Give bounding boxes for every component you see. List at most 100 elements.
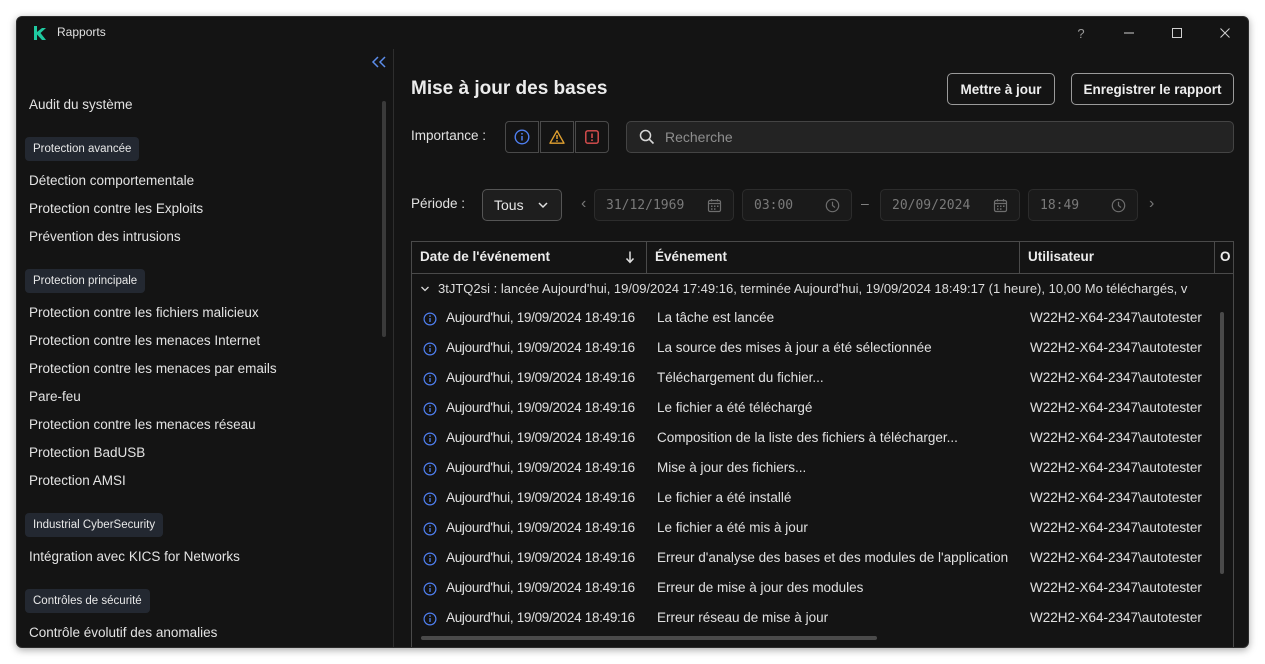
info-icon (423, 372, 437, 386)
period-next-button[interactable]: › (1149, 195, 1154, 213)
start-time-field[interactable]: 03:00 (742, 189, 852, 221)
table-horizontal-scrollbar[interactable] (421, 636, 877, 640)
range-separator: – (861, 195, 869, 211)
table-row[interactable]: Aujourd'hui, 19/09/2024 18:49:16 Erreur r… (412, 604, 1217, 634)
cell-date: Aujourd'hui, 19/09/2024 18:49:16 (446, 520, 635, 535)
clock-icon[interactable] (1111, 198, 1126, 213)
update-button[interactable]: Mettre à jour (947, 73, 1055, 105)
sidebar-item-system-audit[interactable]: Audit du système (29, 97, 133, 112)
task-group-summary: 3tJTQ2si : lancée Aujourd'hui, 19/09/202… (438, 281, 1188, 296)
sidebar-item[interactable]: Protection contre les menaces par emails (29, 361, 277, 376)
maximize-button[interactable] (1162, 21, 1192, 45)
sidebar-group-security-controls: Contrôles de sécurité (25, 589, 150, 613)
sidebar-group-main-protection: Protection principale (25, 269, 146, 293)
importance-label: Importance : (411, 128, 487, 143)
chevron-down-icon[interactable] (420, 284, 430, 294)
close-icon (1220, 28, 1230, 38)
table-row[interactable]: Aujourd'hui, 19/09/2024 18:49:16 La sourc… (412, 334, 1217, 364)
minimize-button[interactable] (1114, 21, 1144, 45)
column-header-user[interactable]: Utilisateur (1020, 242, 1215, 274)
chevron-down-icon (538, 202, 548, 209)
info-icon (423, 612, 437, 626)
info-icon (423, 342, 437, 356)
sidebar-item[interactable]: Contrôle évolutif des anomalies (29, 625, 217, 640)
column-header-date[interactable]: Date de l'événement (412, 242, 647, 274)
table-row[interactable]: Aujourd'hui, 19/09/2024 18:49:16 Le fichi… (412, 514, 1217, 544)
start-date-value: 31/12/1969 (606, 197, 685, 213)
end-time-field[interactable]: 18:49 (1028, 189, 1138, 221)
sidebar-item[interactable]: Pare-feu (29, 389, 81, 404)
sidebar-item[interactable]: Protection BadUSB (29, 445, 145, 460)
cell-user: W22H2-X64-2347\autotester (1030, 610, 1202, 625)
end-date-value: 20/09/2024 (892, 197, 971, 213)
cell-user: W22H2-X64-2347\autotester (1030, 520, 1202, 535)
help-button[interactable]: ? (1066, 21, 1096, 45)
table-row[interactable]: Aujourd'hui, 19/09/2024 18:49:16 Le fichi… (412, 394, 1217, 424)
reports-window: Rapports ? Audit du système Protection a… (16, 16, 1249, 648)
sidebar-item[interactable]: Détection comportementale (29, 173, 194, 188)
sidebar-group-industrial-cybersecurity: Industrial CyberSecurity (25, 513, 164, 537)
sidebar-item[interactable]: Protection contre les menaces Internet (29, 333, 260, 348)
table-row[interactable]: Aujourd'hui, 19/09/2024 18:49:16 Téléchar… (412, 364, 1217, 394)
sidebar-item[interactable]: Prévention des intrusions (29, 229, 181, 244)
cell-date: Aujourd'hui, 19/09/2024 18:49:16 (446, 610, 635, 625)
importance-error-toggle[interactable] (575, 121, 609, 153)
sidebar-item[interactable]: Intégration avec KICS for Networks (29, 549, 240, 564)
table-row[interactable]: Aujourd'hui, 19/09/2024 18:49:16 La tâche… (412, 304, 1217, 334)
save-report-button[interactable]: Enregistrer le rapport (1071, 73, 1234, 105)
cell-date: Aujourd'hui, 19/09/2024 18:49:16 (446, 370, 635, 385)
cell-user: W22H2-X64-2347\autotester (1030, 370, 1202, 385)
info-icon (423, 312, 437, 326)
minimize-icon (1124, 32, 1134, 34)
close-button[interactable] (1210, 21, 1240, 45)
end-date-field[interactable]: 20/09/2024 (880, 189, 1020, 221)
collapse-sidebar-button[interactable] (369, 55, 389, 73)
importance-info-toggle[interactable] (505, 121, 539, 153)
search-icon (639, 129, 655, 145)
column-header-truncated[interactable]: O (1215, 242, 1233, 274)
period-select-value: Tous (494, 197, 524, 213)
info-icon (423, 402, 437, 416)
cell-date: Aujourd'hui, 19/09/2024 18:49:16 (446, 310, 635, 325)
sidebar-scrollbar[interactable] (382, 101, 386, 337)
search-input[interactable] (665, 129, 1233, 145)
column-header-date-label: Date de l'événement (420, 249, 551, 264)
error-icon (585, 130, 599, 144)
cell-event: Téléchargement du fichier... (657, 370, 824, 385)
sidebar-item[interactable]: Protection AMSI (29, 473, 126, 488)
info-icon (423, 492, 437, 506)
table-row[interactable]: Aujourd'hui, 19/09/2024 18:49:16 Le fichi… (412, 484, 1217, 514)
start-date-field[interactable]: 31/12/1969 (594, 189, 734, 221)
cell-event: Erreur de mise à jour des modules (657, 580, 864, 595)
cell-date: Aujourd'hui, 19/09/2024 18:49:16 (446, 430, 635, 445)
sidebar-item[interactable]: Protection contre les Exploits (29, 201, 203, 216)
page-title: Mise à jour des bases (411, 78, 608, 99)
importance-warning-toggle[interactable] (540, 121, 574, 153)
period-select[interactable]: Tous (482, 189, 562, 221)
table-row[interactable]: Aujourd'hui, 19/09/2024 18:49:16 Erreur d… (412, 574, 1217, 604)
info-icon (423, 522, 437, 536)
search-box[interactable] (626, 121, 1234, 153)
start-time-value: 03:00 (754, 197, 794, 213)
task-group-row[interactable]: 3tJTQ2si : lancée Aujourd'hui, 19/09/202… (412, 275, 1222, 303)
calendar-icon[interactable] (993, 198, 1008, 213)
info-icon (423, 582, 437, 596)
cell-event: Mise à jour des fichiers... (657, 460, 807, 475)
table-vertical-scrollbar[interactable] (1220, 312, 1224, 574)
clock-icon[interactable] (825, 198, 840, 213)
info-icon (423, 432, 437, 446)
sidebar: Audit du système Protection avancée Déte… (17, 49, 394, 647)
cell-user: W22H2-X64-2347\autotester (1030, 400, 1202, 415)
cell-event: La source des mises à jour a été sélecti… (657, 340, 932, 355)
sort-descending-icon[interactable] (624, 250, 636, 264)
table-row[interactable]: Aujourd'hui, 19/09/2024 18:49:16 Composit… (412, 424, 1217, 454)
sidebar-item[interactable]: Protection contre les fichiers malicieux (29, 305, 259, 320)
table-row[interactable]: Aujourd'hui, 19/09/2024 18:49:16 Erreur d… (412, 544, 1217, 574)
calendar-icon[interactable] (707, 198, 722, 213)
cell-user: W22H2-X64-2347\autotester (1030, 340, 1202, 355)
events-table: Date de l'événement Événement Utilisateu… (411, 241, 1234, 647)
table-row[interactable]: Aujourd'hui, 19/09/2024 18:49:16 Mise à j… (412, 454, 1217, 484)
sidebar-item[interactable]: Protection contre les menaces réseau (29, 417, 256, 432)
period-prev-button[interactable]: ‹ (581, 195, 586, 213)
column-header-event[interactable]: Événement (647, 242, 1020, 274)
